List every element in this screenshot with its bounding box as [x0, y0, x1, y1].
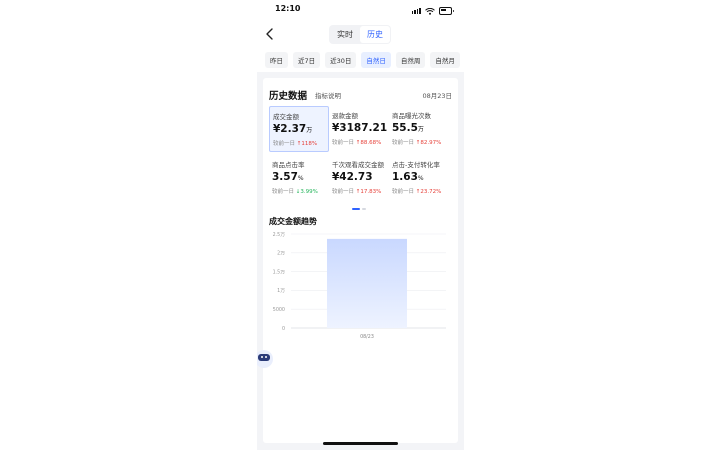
system-icons: [411, 7, 454, 15]
wifi-icon: [425, 7, 435, 15]
chart-title: 成交金额趋势: [269, 217, 317, 226]
y-tick-label: 0: [282, 326, 285, 332]
metric-value: ¥2.37万: [273, 123, 313, 135]
metric-compare: 较前一日 ↑118%: [273, 141, 318, 147]
card-date: 08月23日: [422, 92, 452, 100]
chevron-left-icon[interactable]: [263, 27, 277, 41]
history-data-card: 历史数据 指标说明 08月23日 成交金额 ¥2.37万 较前一日 ↑118% …: [263, 78, 458, 443]
card-title: 历史数据: [269, 91, 308, 102]
metric-gpm[interactable]: 千次观看成交金额 ¥42.73 较前一日 ↑17.83%: [329, 155, 387, 199]
phone-screen: 12:10 实时 历史 昨日 近7日 近30日 自然日 自然周 自然月 历史数据…: [257, 0, 464, 450]
metric-compare: 较前一日 ↑88.68%: [332, 140, 382, 146]
home-indicator: [323, 442, 398, 445]
metric-label: 商品点击率: [272, 161, 305, 169]
metric-gmv[interactable]: 成交金额 ¥2.37万 较前一日 ↑118%: [269, 106, 329, 152]
status-bar: 12:10: [257, 0, 464, 22]
date-range-bar: 昨日 近7日 近30日 自然日 自然周 自然月: [257, 46, 464, 72]
metric-ctr[interactable]: 商品点击率 3.57% 较前一日 ↓3.99%: [269, 155, 327, 199]
metric-value: ¥3187.21: [332, 122, 388, 134]
metric-impressions[interactable]: 商品曝光次数 55.5万 较前一日 ↑82.97%: [389, 106, 447, 150]
bar[interactable]: [327, 238, 407, 328]
metric-conversion[interactable]: 点击-支付转化率 1.63% 较前一日 ↑23.72%: [389, 155, 447, 199]
range-natural-week[interactable]: 自然周: [395, 52, 426, 68]
range-7-days[interactable]: 近7日: [293, 52, 321, 68]
range-natural-day[interactable]: 自然日: [361, 52, 391, 68]
metric-label: 退款金额: [332, 112, 358, 120]
status-time: 12:10: [275, 4, 301, 13]
battery-icon: [439, 7, 454, 15]
metric-compare: 较前一日 ↑82.97%: [392, 140, 442, 146]
gmv-trend-chart: 0 5000 1万 1.5万 2万 2.5万 08/23: [273, 232, 446, 340]
tab-history[interactable]: 历史: [360, 26, 390, 43]
range-yesterday[interactable]: 昨日: [265, 52, 288, 68]
range-natural-month[interactable]: 自然月: [430, 52, 460, 68]
metric-help-link[interactable]: 指标说明: [315, 90, 341, 100]
mode-switch: 实时 历史: [329, 25, 391, 44]
metric-compare: 较前一日 ↑17.83%: [332, 189, 382, 195]
y-tick-label: 2.5万: [273, 232, 286, 238]
signal-icon: [411, 8, 421, 14]
range-30-days[interactable]: 近30日: [325, 52, 357, 68]
metric-refund[interactable]: 退款金额 ¥3187.21 较前一日 ↑88.68%: [329, 106, 387, 150]
nav-bar: 实时 历史: [257, 22, 464, 46]
metric-value: 55.5万: [392, 122, 424, 134]
y-tick-label: 1万: [277, 288, 285, 294]
page-dot: [352, 208, 360, 210]
metric-value: ¥42.73: [332, 171, 373, 183]
metric-label: 千次观看成交金额: [332, 161, 384, 169]
page-indicator: [352, 208, 366, 210]
metric-compare: 较前一日 ↑23.72%: [392, 189, 442, 195]
y-tick-label: 5000: [273, 307, 285, 313]
metric-label: 成交金额: [273, 113, 299, 121]
metric-value: 1.63%: [392, 171, 424, 183]
y-tick-label: 2万: [277, 251, 285, 257]
tab-realtime[interactable]: 实时: [330, 26, 360, 43]
metric-label: 点击-支付转化率: [392, 161, 440, 169]
page-dot: [362, 208, 366, 210]
x-tick-label: 08/23: [360, 334, 374, 340]
metric-value: 3.57%: [272, 171, 304, 183]
y-tick-label: 1.5万: [273, 269, 286, 275]
metric-compare: 较前一日 ↓3.99%: [272, 189, 318, 195]
metric-label: 商品曝光次数: [392, 112, 431, 120]
